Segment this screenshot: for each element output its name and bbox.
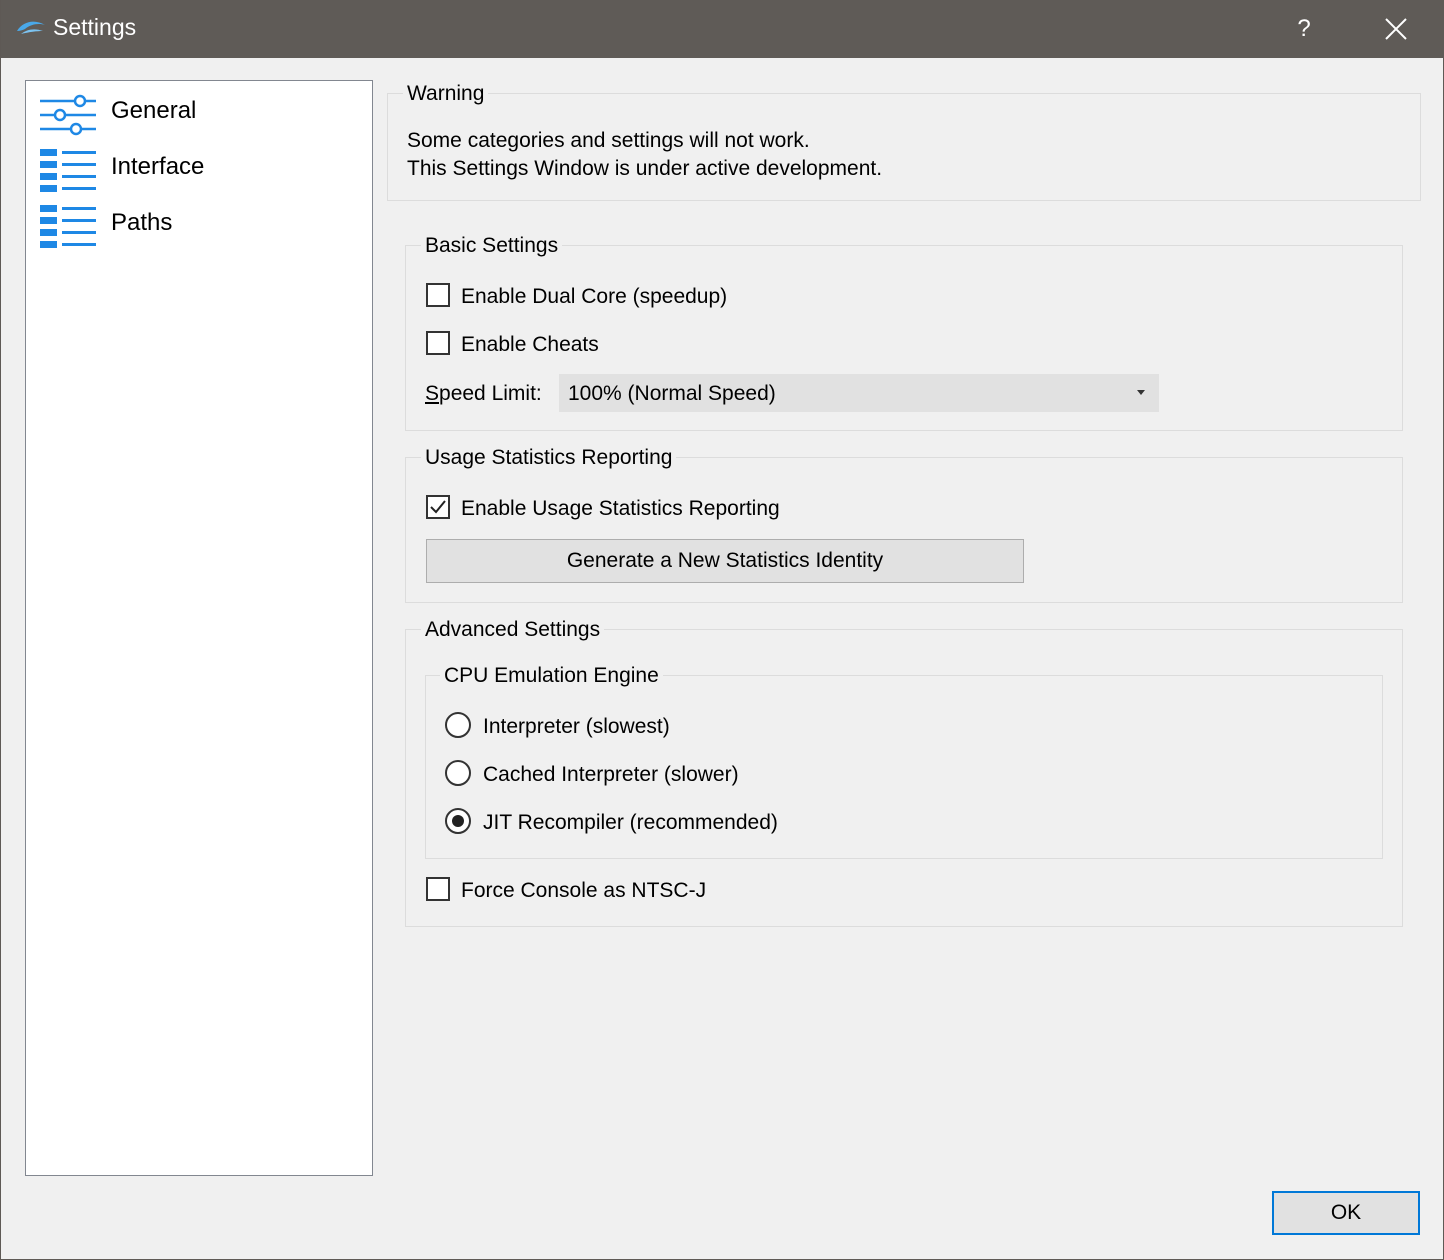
warning-line-1: Some categories and settings will not wo… — [407, 129, 810, 152]
ok-button[interactable]: OK — [1272, 1191, 1420, 1235]
cached-interpreter-radio[interactable] — [445, 760, 471, 786]
nav-item-interface[interactable]: Interface — [38, 145, 358, 193]
interpreter-label[interactable]: Interpreter (slowest) — [483, 715, 670, 739]
window-title: Settings — [53, 14, 137, 40]
cached-interpreter-label[interactable]: Cached Interpreter (slower) — [483, 763, 739, 787]
warning-title: Warning — [403, 82, 489, 106]
speed-limit-mnemonic: S — [425, 382, 440, 405]
nav-item-paths[interactable]: Paths — [38, 201, 358, 249]
usage-statistics-checkbox[interactable] — [426, 495, 450, 519]
close-icon[interactable] — [1373, 8, 1419, 50]
generate-identity-button[interactable]: Generate a New Statistics Identity — [426, 539, 1024, 583]
jit-recompiler-label[interactable]: JIT Recompiler (recommended) — [483, 811, 778, 835]
interpreter-radio[interactable] — [445, 712, 471, 738]
ntsc-j-checkbox[interactable] — [426, 877, 450, 901]
cpu-engine-title: CPU Emulation Engine — [440, 664, 663, 688]
nav-item-general[interactable]: General — [38, 89, 358, 137]
speed-limit-label-rest: peed Limit: — [439, 382, 542, 405]
settings-window: Settings ? General Interface Paths Warni… — [0, 0, 1444, 1260]
speed-limit-label: Speed Limit: — [425, 382, 542, 406]
dual-core-checkbox[interactable] — [426, 283, 450, 307]
ntsc-j-label[interactable]: Force Console as NTSC-J — [461, 879, 706, 903]
nav-label-interface: Interface — [111, 153, 205, 180]
dropdown-arrow-icon — [1137, 390, 1145, 395]
list-icon — [40, 149, 96, 192]
advanced-settings-title: Advanced Settings — [421, 618, 605, 642]
jit-recompiler-radio[interactable] — [445, 808, 471, 834]
category-list: General Interface Paths — [25, 80, 373, 1176]
sliders-icon — [40, 94, 96, 136]
help-button[interactable]: ? — [1281, 8, 1327, 50]
checkmark-icon — [430, 500, 446, 514]
cheats-label[interactable]: Enable Cheats — [461, 333, 599, 357]
nav-label-paths: Paths — [111, 209, 173, 236]
usage-statistics-label[interactable]: Enable Usage Statistics Reporting — [461, 497, 780, 521]
speed-limit-dropdown[interactable]: 100% (Normal Speed) — [559, 374, 1159, 412]
cheats-checkbox[interactable] — [426, 331, 450, 355]
nav-label-general: General — [111, 97, 197, 124]
speed-limit-value: 100% (Normal Speed) — [568, 382, 776, 405]
dual-core-label[interactable]: Enable Dual Core (speedup) — [461, 285, 727, 309]
dolphin-app-icon — [17, 21, 45, 34]
warning-line-2: This Settings Window is under active dev… — [407, 157, 883, 180]
basic-settings-title: Basic Settings — [421, 234, 563, 258]
title-bar[interactable]: Settings ? — [1, 0, 1444, 58]
usage-statistics-title: Usage Statistics Reporting — [421, 446, 677, 470]
list-icon — [40, 205, 96, 248]
